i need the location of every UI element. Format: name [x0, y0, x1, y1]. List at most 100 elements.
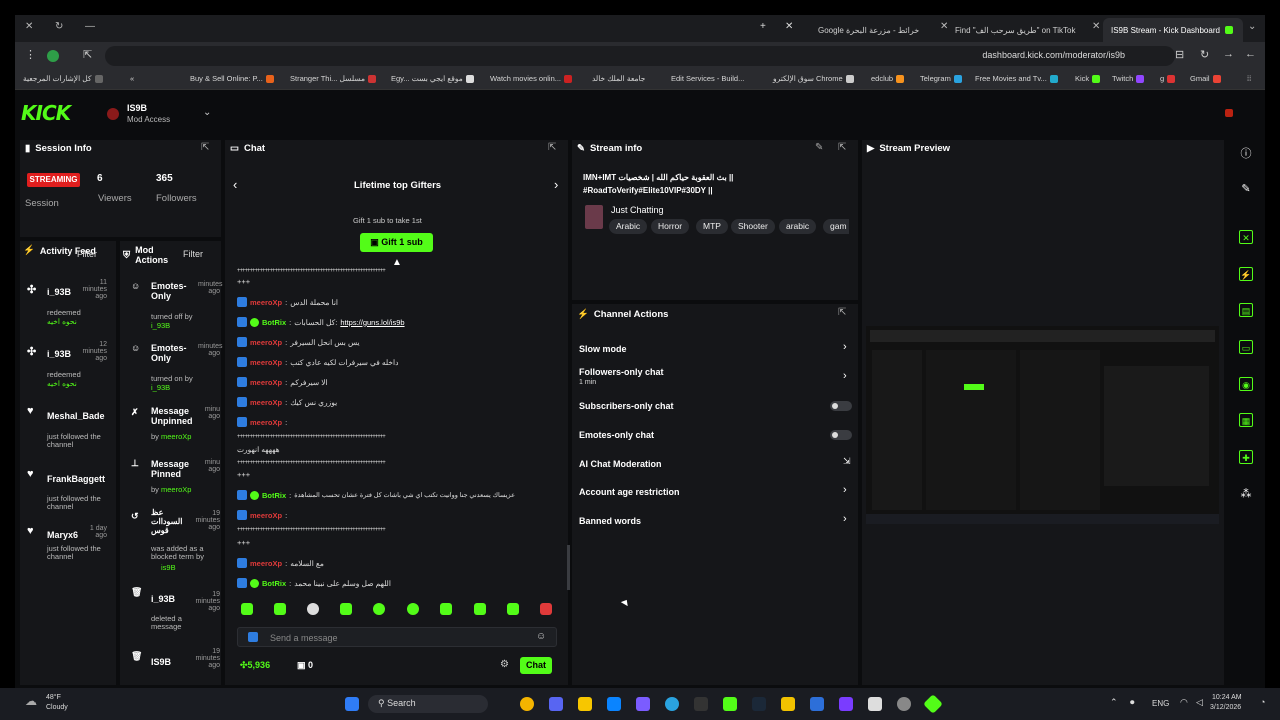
- app-icon[interactable]: [868, 697, 882, 711]
- bookmark-item[interactable]: Watch movies onlin...: [490, 74, 572, 83]
- bookmark-item[interactable]: Telegram: [920, 74, 962, 83]
- windows-start-icon[interactable]: [345, 697, 359, 711]
- broadcast-box-icon[interactable]: ◉: [1239, 377, 1253, 391]
- volume-icon[interactable]: ◁: [1196, 697, 1203, 708]
- chat-message[interactable]: +++: [237, 538, 250, 547]
- tab-kick-dashboard[interactable]: IS9B Stream - Kick Dashboard: [1103, 18, 1243, 42]
- bookmark-item[interactable]: edclub: [871, 74, 905, 83]
- gift-count[interactable]: ▣ 0: [297, 660, 313, 671]
- emote-icon[interactable]: [340, 603, 352, 615]
- close-tab-icon[interactable]: ✕: [1092, 21, 1100, 32]
- bookmark-item[interactable]: Free Movies and Tv...: [975, 74, 1058, 83]
- emotes-only-toggle[interactable]: [830, 430, 852, 440]
- bookmark-item[interactable]: Egy... موقع ايجي بست: [391, 74, 474, 83]
- tray-chevron-icon[interactable]: ⌃: [1110, 697, 1118, 708]
- channel-switch-chevron-icon[interactable]: ⌄: [203, 107, 211, 118]
- chat-input[interactable]: Send a message ☺: [237, 627, 557, 647]
- back-icon[interactable]: →: [1223, 48, 1234, 60]
- close-tab-icon[interactable]: ✕: [785, 21, 793, 32]
- tab-tiktok[interactable]: Find "طريق سرحب الف" on TikTok: [947, 18, 1082, 42]
- chat-message[interactable]: BotRix: عزيساك يسعدني جنا ووانيت تكتب اي …: [237, 490, 515, 500]
- apps-icon[interactable]: ⁞⁞: [1247, 74, 1251, 83]
- weather-temp[interactable]: 48°F: [46, 694, 61, 701]
- chat-message[interactable]: ههههه انهورت: [237, 445, 280, 454]
- chat-message[interactable]: meeroXp: يس بس انحل السيرفر: [237, 337, 360, 347]
- forward-icon[interactable]: ←: [1245, 48, 1256, 60]
- app-icon[interactable]: [636, 697, 650, 711]
- site-settings-icon[interactable]: ⊟: [1175, 48, 1184, 61]
- bookmark-all[interactable]: كل الإشارات المرجعية: [23, 74, 103, 83]
- stream-tag[interactable]: MTP: [696, 219, 728, 234]
- popout-icon[interactable]: ⇱: [201, 142, 209, 153]
- more-icon[interactable]: ⋮: [25, 48, 36, 61]
- subscribers-only-toggle[interactable]: [830, 401, 852, 411]
- app-icon[interactable]: [810, 697, 824, 711]
- stream-tag[interactable]: arabic: [779, 219, 817, 234]
- reload-icon[interactable]: ↻: [1200, 48, 1209, 61]
- notifications-icon[interactable]: ◔: [1260, 697, 1265, 707]
- layout-box-icon[interactable]: ▦: [1239, 413, 1253, 427]
- chat-message[interactable]: meeroXp: مع السلامه: [237, 558, 324, 568]
- profile-icon[interactable]: [47, 50, 59, 62]
- stream-tag[interactable]: Arabic: [609, 219, 648, 234]
- emote-icon[interactable]: [307, 603, 319, 615]
- chat-message[interactable]: meeroXp:: [237, 417, 290, 427]
- emote-icon[interactable]: [373, 603, 385, 615]
- category-name[interactable]: Just Chatting: [611, 205, 664, 215]
- channel-points[interactable]: ✣5,936: [240, 660, 270, 671]
- apps-icon[interactable]: ⁂: [1239, 487, 1253, 501]
- bookmark-item[interactable]: Stranger Thi... مسلسل: [290, 74, 377, 83]
- weather-desc[interactable]: Cloudy: [46, 704, 68, 711]
- mic-icon[interactable]: ⏺: [1130, 697, 1135, 708]
- chrome-icon[interactable]: [520, 697, 534, 711]
- app-icon[interactable]: [897, 697, 911, 711]
- folder-icon[interactable]: [578, 697, 592, 711]
- chat-message[interactable]: meeroXp: انا محملة الدس: [237, 297, 338, 307]
- telegram-icon[interactable]: [665, 697, 679, 711]
- back-tab-icon[interactable]: ✕: [25, 21, 33, 32]
- stream-preview-video[interactable]: [866, 326, 1219, 524]
- new-tab-icon[interactable]: +: [760, 21, 766, 32]
- edit-pencil-icon[interactable]: ✎: [815, 142, 823, 153]
- chat-settings-gear-icon[interactable]: ⚙: [500, 659, 509, 670]
- bookmark-item[interactable]: سوق الإلكترو Chrome: [773, 74, 854, 83]
- stream-tag[interactable]: Horror: [651, 219, 690, 234]
- chat-message[interactable]: meeroXp: الا سيرفركم: [237, 377, 328, 387]
- chat-message[interactable]: meeroXp: يوزري نس كيك: [237, 397, 337, 407]
- popout-icon[interactable]: ⇱: [838, 307, 846, 318]
- language-indicator[interactable]: ENG: [1152, 699, 1169, 708]
- bookmark-item[interactable]: جامعة الملك خالد: [592, 74, 645, 83]
- emote-icon[interactable]: [241, 603, 253, 615]
- emote-icon[interactable]: [540, 603, 552, 615]
- clipboard-box-icon[interactable]: ▤: [1239, 303, 1253, 317]
- close-box-icon[interactable]: ✕: [1239, 230, 1253, 244]
- bookmark-item[interactable]: g: [1160, 74, 1176, 83]
- kick-logo[interactable]: KICK: [21, 101, 71, 125]
- clock-date[interactable]: 3/12/2026: [1210, 704, 1241, 711]
- bookmark-item[interactable]: Edit Services - Build...: [671, 74, 744, 83]
- minimize-icon[interactable]: —: [85, 21, 95, 32]
- chat-message[interactable]: BotRix: كل الحسابات: https://guns.lol/is9b: [237, 317, 405, 327]
- discord-icon[interactable]: [549, 697, 563, 711]
- emote-icon[interactable]: [440, 603, 452, 615]
- info-icon[interactable]: ⓘ: [1239, 147, 1253, 161]
- pencil-icon[interactable]: ✎: [1239, 182, 1253, 196]
- bolt-box-icon[interactable]: ⚡: [1239, 267, 1253, 281]
- kick-app-icon[interactable]: [923, 694, 943, 714]
- chat-message[interactable]: +++: [237, 277, 250, 286]
- popout-icon[interactable]: ⇱: [548, 142, 556, 153]
- tab-menu-icon[interactable]: ⌄: [1248, 21, 1256, 32]
- capcut-icon[interactable]: [694, 697, 708, 711]
- xbox-icon[interactable]: [723, 697, 737, 711]
- gift-sub-button[interactable]: ▣ Gift 1 sub: [360, 233, 433, 252]
- address-bar[interactable]: dashboard.kick.com/moderator/is9b: [105, 46, 1175, 66]
- popout-icon[interactable]: ⇱: [838, 142, 846, 153]
- mod-filter-button[interactable]: Filter: [183, 249, 203, 259]
- chat-message[interactable]: BotRix: اللهم صل وسلم على نبينا محمد: [237, 578, 391, 588]
- chat-message[interactable]: +++: [237, 470, 250, 479]
- chat-link[interactable]: https://guns.lol/is9b: [340, 318, 404, 327]
- refresh-tab-icon[interactable]: ↻: [55, 21, 63, 32]
- clock-time[interactable]: 10:24 AM: [1212, 694, 1242, 701]
- stream-tag[interactable]: gam: [823, 219, 849, 234]
- store-icon[interactable]: [607, 697, 621, 711]
